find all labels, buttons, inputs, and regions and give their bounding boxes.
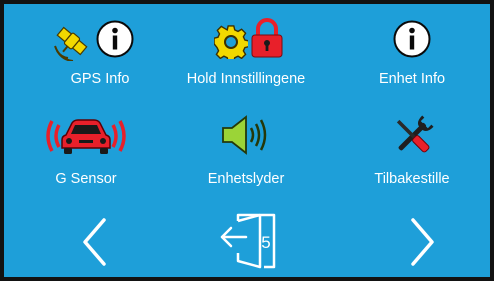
menu-item-gps-info[interactable]: GPS Info xyxy=(30,14,170,96)
info-icon xyxy=(393,20,431,58)
gear-icon xyxy=(214,25,248,59)
menu-item-g-sensor[interactable]: G Sensor xyxy=(16,109,156,191)
device-frame: GPS Info Hold Innstillingene Enhet Info … xyxy=(0,0,494,281)
menu-item-label: Tilbakestille xyxy=(374,171,450,187)
menu-item-reset[interactable]: Tilbakestille xyxy=(342,109,482,191)
menu-item-device-sounds[interactable]: Enhetslyder xyxy=(176,109,316,191)
menu-item-label: Enhetslyder xyxy=(207,171,285,187)
menu-item-label: Enhet Info xyxy=(378,71,446,87)
car-vibration-icon xyxy=(46,119,126,154)
exit-button[interactable]: 5 xyxy=(216,209,286,273)
menu-screen: GPS Info Hold Innstillingene Enhet Info … xyxy=(4,4,490,277)
menu-item-hold-settings[interactable]: Hold Innstillingene xyxy=(176,14,316,96)
info-circle-icon xyxy=(96,20,134,58)
lock-icon xyxy=(251,18,283,58)
menu-item-label: Hold Innstillingene xyxy=(186,71,306,87)
exit-countdown-badge: 5 xyxy=(261,233,271,252)
chevron-right-icon[interactable] xyxy=(407,217,437,267)
wrench-screwdriver-icon xyxy=(396,115,434,153)
satellite-icon xyxy=(54,26,88,61)
menu-item-label: GPS Info xyxy=(70,71,130,87)
speaker-icon xyxy=(222,115,267,155)
chevron-left-icon[interactable] xyxy=(80,217,110,267)
menu-item-device-info[interactable]: Enhet Info xyxy=(342,14,482,96)
menu-item-label: G Sensor xyxy=(55,171,117,187)
